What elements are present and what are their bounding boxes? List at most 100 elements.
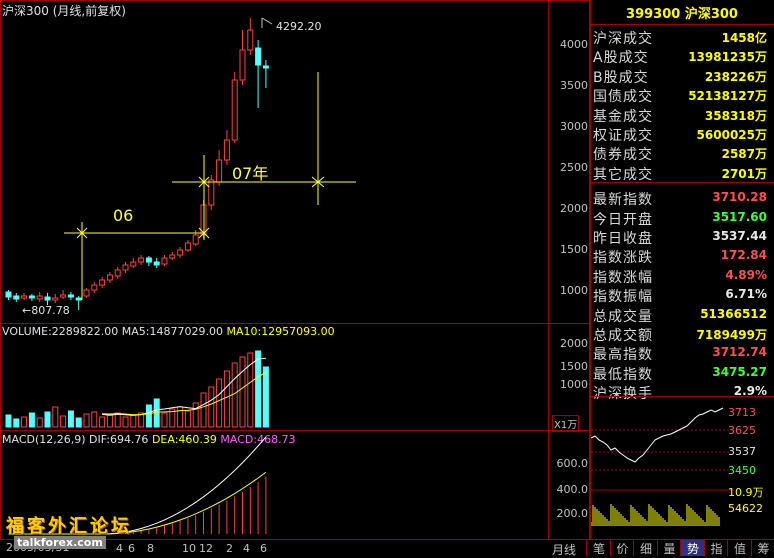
volume-bar [37, 418, 42, 427]
volume-bar [6, 415, 11, 427]
candle-body [131, 262, 136, 266]
tab-4[interactable]: 势 [680, 540, 705, 556]
volume-y-axis: 2000 1500 1000 X1万 [548, 323, 590, 431]
tab-5[interactable]: 指 [704, 540, 729, 556]
info-row-value: 172.84 [721, 248, 767, 262]
volume-bar [92, 412, 97, 427]
info-row-label: 最高指数 [593, 344, 653, 364]
info-row: B股成交 238226万 [591, 67, 773, 86]
volume-bar [76, 418, 81, 427]
info-row: 指数振幅6.71% [591, 286, 773, 305]
candle-body [92, 285, 97, 290]
macd-tick: 600.0 [548, 457, 588, 470]
volume-bar [193, 403, 198, 427]
x-tick: 6 [260, 542, 267, 555]
info-row: A股成交13981235万 [591, 47, 773, 66]
tab-2[interactable]: 细 [633, 540, 658, 556]
info-row-value: 4.89% [725, 268, 767, 282]
watermark-url: talkforex.com [14, 536, 106, 549]
mini-vol-tick: 10.9万 [728, 484, 764, 500]
info-row-label: 指数涨跌 [593, 247, 653, 267]
tab-7[interactable]: 筹 [751, 540, 774, 556]
price-tick: 3000 [548, 120, 588, 133]
volume-bar [115, 413, 120, 427]
volume-bar [217, 379, 222, 427]
info-row-value: 7189499万 [697, 326, 767, 343]
mini-vol-tick: 54622 [728, 502, 763, 515]
info-row-label: 债券成交 [593, 144, 653, 164]
candle-body [146, 258, 151, 262]
volume-bar [107, 415, 112, 427]
info-row: 最新指数 3710.28 [591, 189, 773, 208]
info-row-label: 沪深成交 [593, 28, 653, 48]
info-rows: 沪深成交 1458亿A股成交13981235万B股成交 238226万国债成交521… [591, 28, 774, 398]
candle-body [256, 48, 261, 65]
volume-bar [123, 417, 128, 427]
volume-bar [162, 413, 167, 427]
info-row-value: 52138127万 [688, 87, 767, 104]
price-y-axis: 4000 3500 3000 2500 2000 1500 1000 [548, 0, 590, 324]
period-tab[interactable]: 月线 [552, 541, 576, 558]
info-row: 总成交量51366512 [591, 306, 773, 325]
macd-tick: 400.0 [548, 483, 588, 496]
price-tick: 1500 [548, 243, 588, 256]
info-row: 总成交额7189499万 [591, 325, 773, 344]
candle-body [240, 50, 245, 80]
tab-1[interactable]: 价 [610, 540, 635, 556]
candle-body [53, 298, 58, 300]
tab-0[interactable]: 笔 [586, 540, 611, 556]
info-row-label: B股成交 [593, 67, 649, 87]
volume-bar [45, 412, 50, 427]
candlestick-chart [0, 0, 548, 324]
price-tick: 3500 [548, 79, 588, 92]
volume-bar [224, 371, 229, 427]
candle-body [224, 140, 229, 160]
candle-body [263, 66, 268, 68]
info-row-label: 总成交量 [593, 306, 653, 326]
info-row: 指数涨幅 4.89% [591, 267, 773, 286]
mini-tick: 3713 [728, 406, 756, 419]
info-row-value: 1458亿 [722, 29, 767, 46]
candle-body [107, 275, 112, 280]
info-row-value: 3537.44 [712, 229, 767, 243]
info-row: 昨日收盘 3537.44 [591, 228, 773, 247]
info-row: 权证成交 5600025万 [591, 125, 773, 144]
volume-bar [256, 351, 261, 427]
info-row-label: 指数涨幅 [593, 267, 653, 287]
info-row-value: 238226万 [705, 68, 767, 85]
info-row-label: A股成交 [593, 47, 649, 67]
volume-bar [209, 387, 214, 427]
info-panel: 399300 沪深300 沪深成交 1458亿A股成交13981235万B股成交 2… [590, 0, 774, 540]
info-row-label: 最低指数 [593, 364, 653, 384]
volume-bar [146, 405, 151, 427]
candle-body [100, 280, 105, 285]
info-row-label: 权证成交 [593, 125, 653, 145]
volume-bar [154, 399, 159, 427]
volume-bar [240, 357, 245, 427]
volume-bar [100, 417, 105, 427]
candle-body [162, 258, 167, 264]
tab-6[interactable]: 值 [727, 540, 752, 556]
info-row: 国债成交52138127万 [591, 86, 773, 105]
info-row: 基金成交358318万 [591, 106, 773, 125]
candle-body [45, 297, 50, 300]
volume-bar [61, 416, 66, 427]
info-row: 其它成交2701万 [591, 164, 773, 183]
info-row-label: 昨日收盘 [593, 228, 653, 248]
tab-3[interactable]: 量 [657, 540, 682, 556]
price-tick: 2500 [548, 161, 588, 174]
candle-body [209, 180, 214, 205]
info-row-label: 最新指数 [593, 189, 653, 209]
volume-bar [131, 415, 136, 427]
info-row-value: 2587万 [722, 145, 767, 162]
candle-body [193, 235, 198, 244]
info-row-value: 5600025万 [697, 126, 767, 143]
info-row-value: 3475.27 [712, 365, 767, 379]
candle-body [232, 80, 237, 140]
candle-body [170, 255, 175, 258]
volume-bar [29, 413, 34, 427]
candle-body [115, 270, 120, 276]
info-title: 399300 沪深300 [591, 3, 773, 22]
info-row-value: 3710.28 [712, 190, 767, 204]
macd-tick: 200.0 [548, 507, 588, 520]
